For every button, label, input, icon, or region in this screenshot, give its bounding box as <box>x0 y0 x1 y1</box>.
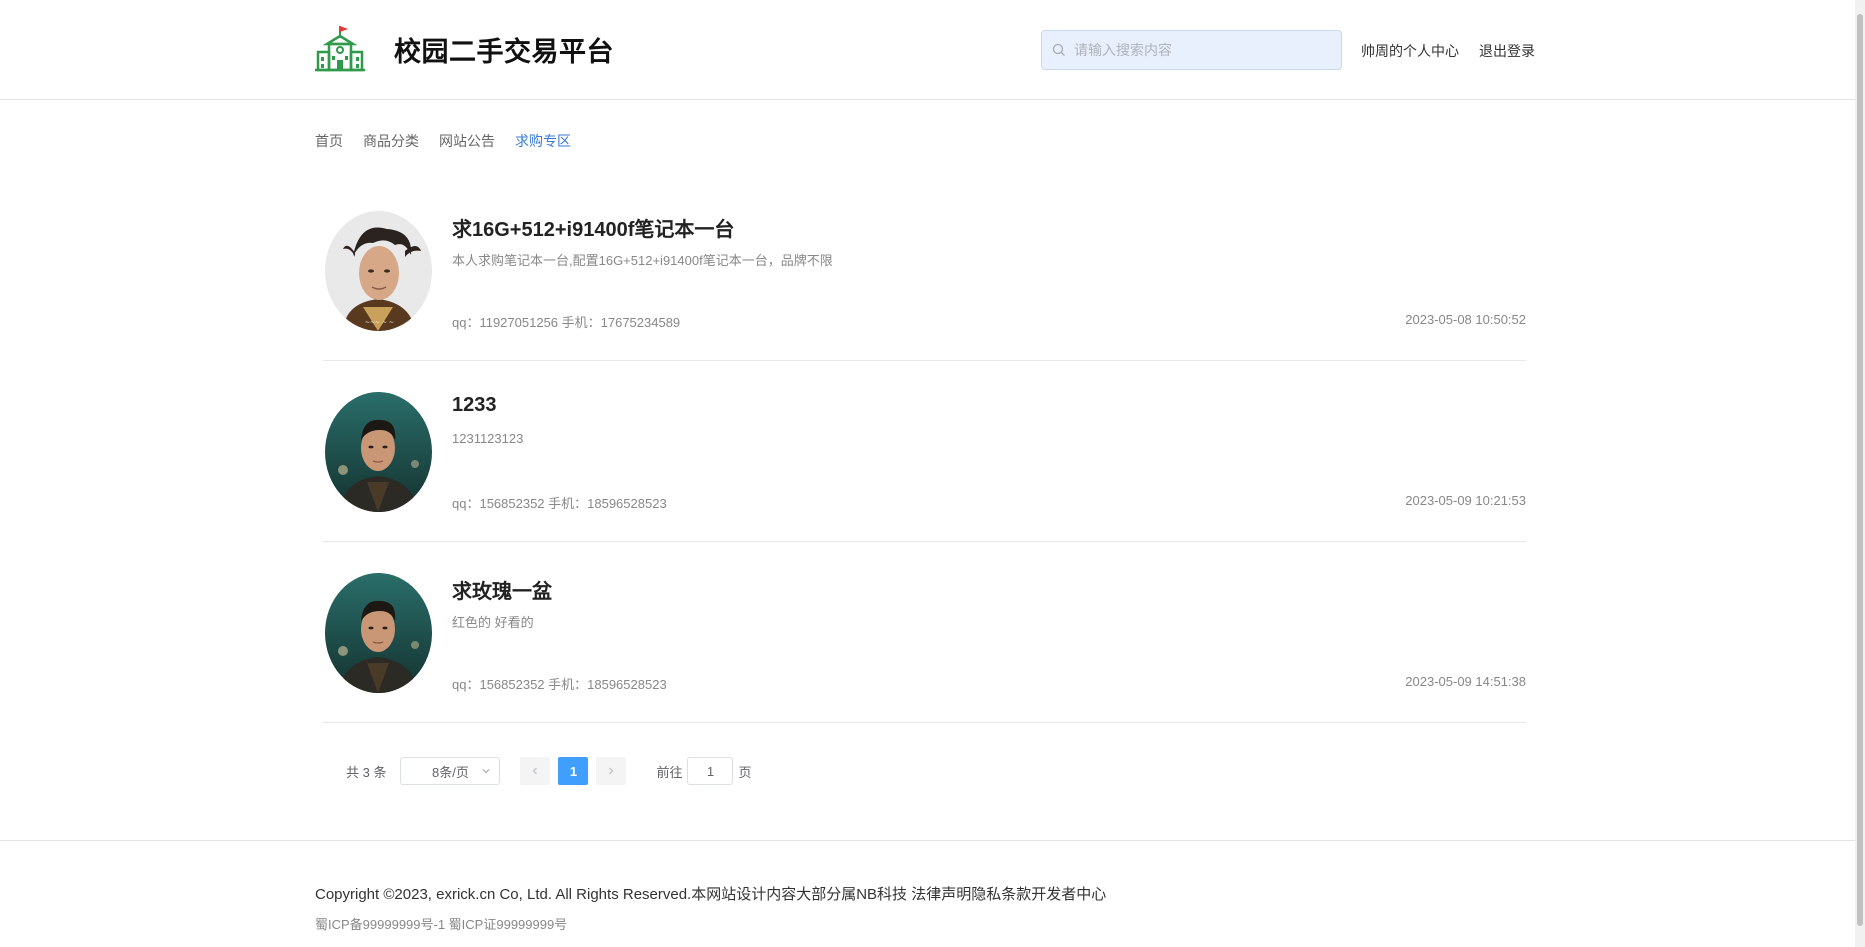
avatar <box>325 392 432 512</box>
request-desc: 本人求购笔记本一台,配置16G+512+i91400f笔记本一台，品牌不限 <box>452 253 833 268</box>
chevron-right-icon <box>609 767 614 775</box>
scrollbar-thumb[interactable] <box>1857 14 1863 926</box>
nav-item-announcements[interactable]: 网站公告 <box>439 131 495 151</box>
school-logo-icon <box>315 26 365 72</box>
request-list: ~~~ ~ ~ 求16G+512+i91400f笔记本一台 本人求购笔记本一台,… <box>323 180 1526 723</box>
avatar: ~~~ ~ ~ <box>325 211 432 331</box>
page-size-value: 8条/页 <box>432 764 469 780</box>
pagination-total: 共 3 条 <box>346 764 387 780</box>
nav-item-categories[interactable]: 商品分类 <box>363 131 419 151</box>
page-size-select[interactable]: 8条/页 <box>400 757 501 785</box>
request-title[interactable]: 1233 <box>452 394 497 417</box>
request-time: 2023-05-08 10:50:52 <box>1405 312 1526 327</box>
footer: Copyright ©2023, exrick.cn Co, Ltd. All … <box>0 840 1855 947</box>
main-nav: 首页 商品分类 网站公告 求购专区 <box>315 131 591 151</box>
top-links: 帅周的个人中心 退出登录 <box>1361 41 1535 61</box>
next-page-button[interactable] <box>596 757 627 785</box>
goto-page-input[interactable] <box>687 757 734 785</box>
header: 校园二手交易平台 帅周的个人中心 退出登录 <box>0 0 1865 100</box>
request-time: 2023-05-09 10:21:53 <box>1405 493 1526 508</box>
footer-icp: 蜀ICP备99999999号-1 蜀ICP证99999999号 <box>315 917 568 932</box>
logo[interactable]: 校园二手交易平台 <box>315 24 614 74</box>
search-input[interactable] <box>1074 42 1324 58</box>
nav-item-home[interactable]: 首页 <box>315 131 343 151</box>
page-number-button[interactable]: 1 <box>558 757 589 785</box>
logout-link[interactable]: 退出登录 <box>1479 41 1535 61</box>
request-contact: qq：156852352 手机：18596528523 <box>452 677 667 692</box>
avatar <box>325 573 432 693</box>
footer-copyright: Copyright ©2023, exrick.cn Co, Ltd. All … <box>315 886 1107 903</box>
chevron-left-icon <box>533 767 538 775</box>
scrollbar[interactable] <box>1855 0 1865 947</box>
list-item[interactable]: 1233 1231123123 qq：156852352 手机：18596528… <box>323 361 1526 542</box>
goto-prefix: 前往 <box>656 764 683 780</box>
goto-page: 前往 页 <box>656 757 752 785</box>
chevron-down-icon <box>483 769 490 774</box>
request-desc: 1231123123 <box>452 431 524 446</box>
request-desc: 红色的 好看的 <box>452 615 534 630</box>
request-title[interactable]: 求16G+512+i91400f笔记本一台 <box>452 213 734 242</box>
nav-item-requests[interactable]: 求购专区 <box>515 131 571 151</box>
user-center-link[interactable]: 帅周的个人中心 <box>1361 41 1459 61</box>
request-title[interactable]: 求玫瑰一盆 <box>452 575 552 604</box>
request-contact: qq：11927051256 手机：17675234589 <box>452 315 681 330</box>
list-item[interactable]: 求玫瑰一盆 红色的 好看的 qq：156852352 手机：1859652852… <box>323 542 1526 723</box>
request-contact: qq：156852352 手机：18596528523 <box>452 496 667 511</box>
goto-suffix: 页 <box>738 764 752 780</box>
svg-text:~~~ ~ ~: ~~~ ~ ~ <box>365 319 394 326</box>
list-item[interactable]: ~~~ ~ ~ 求16G+512+i91400f笔记本一台 本人求购笔记本一台,… <box>323 180 1526 361</box>
search-box[interactable] <box>1041 30 1342 70</box>
site-title: 校园二手交易平台 <box>394 36 614 67</box>
pagination: 共 3 条 8条/页 1 前往 页 <box>346 757 752 785</box>
search-icon <box>1052 43 1065 56</box>
request-time: 2023-05-09 14:51:38 <box>1405 674 1526 689</box>
prev-page-button[interactable] <box>520 757 551 785</box>
